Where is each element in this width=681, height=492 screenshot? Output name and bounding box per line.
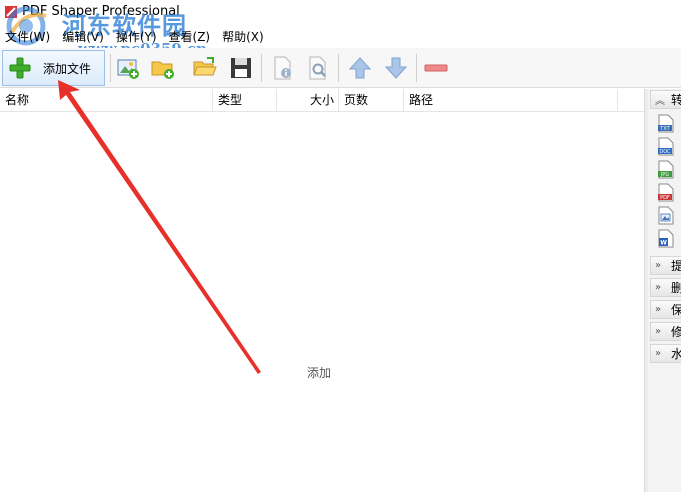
save-icon[interactable] [229,56,253,80]
txt-file-icon[interactable]: TXT [658,114,674,133]
image-file-icon[interactable] [658,206,674,225]
column-path[interactable]: 路径 [404,89,618,112]
toolbar-separator [110,54,111,82]
svg-text:PDF: PDF [660,195,670,201]
toolbar-separator [338,54,339,82]
menu-view[interactable]: 查看(Z) [164,28,218,46]
toolbar-separator [261,54,262,82]
column-type[interactable]: 类型 [213,89,277,112]
chevron-down-icon: » [655,260,662,271]
plus-icon [9,57,31,79]
document-info-icon[interactable] [271,56,295,80]
column-name[interactable]: 名称 [0,89,213,112]
empty-list-hint: 添加 [307,366,332,380]
menu-bar: 文件(W) 编辑(V) 操作(Y) 查看(Z) 帮助(X) [0,28,681,46]
file-list[interactable] [0,113,644,492]
add-folder-icon[interactable] [151,56,175,80]
remove-icon[interactable] [424,56,448,80]
conversion-panel: ︽ 转 TXT DOC JPG PDF W » 提 » 删 » 保 » 修 » … [648,89,681,492]
doc-file-icon[interactable]: DOC [658,137,674,156]
add-files-label: 添加文件 [43,61,92,76]
toolbar-separator [416,54,417,82]
chevron-up-icon: ︽ [655,96,665,107]
chevron-down-icon: » [655,304,662,315]
menu-edit[interactable]: 编辑(V) [57,28,111,46]
add-image-icon[interactable] [116,56,140,80]
panel-section-convert[interactable]: ︽ 转 [650,90,681,109]
column-size[interactable]: 大小 [277,89,339,112]
menu-file[interactable]: 文件(W) [0,28,57,46]
menu-operation[interactable]: 操作(Y) [111,28,164,46]
svg-text:W: W [660,240,667,247]
panel-section-watermark[interactable]: » 水 [650,344,681,363]
panel-section-protect[interactable]: » 保 [650,300,681,319]
menu-help[interactable]: 帮助(X) [217,28,271,46]
svg-text:JPG: JPG [660,172,669,178]
panel-section-extract[interactable]: » 提 [650,256,681,275]
panel-section-delete[interactable]: » 删 [650,278,681,297]
chevron-down-icon: » [655,348,662,359]
file-list-header: 名称 类型 大小 页数 路径 [0,89,644,112]
chevron-down-icon: » [655,326,662,337]
move-up-icon[interactable] [348,56,372,80]
move-down-icon[interactable] [384,56,408,80]
column-pages[interactable]: 页数 [339,89,404,112]
svg-text:DOC: DOC [659,149,671,155]
open-folder-icon[interactable] [193,56,217,80]
word-file-icon[interactable]: W [658,229,674,248]
pdf-file-icon[interactable]: PDF [658,183,674,202]
svg-text:TXT: TXT [659,126,670,132]
toolbar: 添加文件 [0,48,681,88]
jpg-file-icon[interactable]: JPG [658,160,674,179]
panel-section-modify[interactable]: » 修 [650,322,681,341]
preview-icon[interactable] [306,56,330,80]
add-files-button[interactable]: 添加文件 [2,50,105,86]
chevron-down-icon: » [655,282,662,293]
